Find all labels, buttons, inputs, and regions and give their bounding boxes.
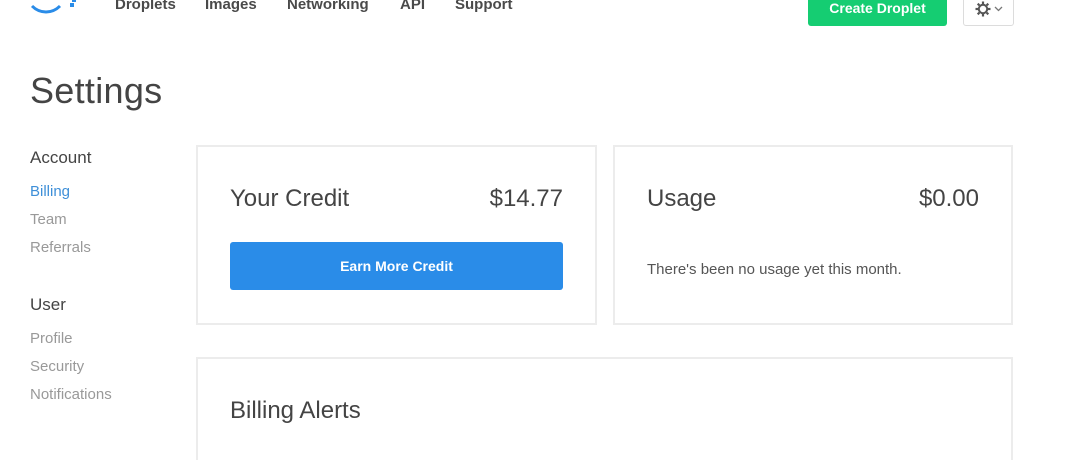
- sidebar-item-referrals[interactable]: Referrals: [30, 239, 91, 256]
- sidebar-heading-account: Account: [30, 148, 92, 167]
- credit-title: Your Credit: [230, 185, 350, 212]
- sidebar-item-profile[interactable]: Profile: [30, 330, 73, 347]
- chevron-down-icon: [994, 6, 1002, 12]
- usage-note: There's been no usage yet this month.: [647, 261, 902, 278]
- sidebar-item-security[interactable]: Security: [30, 358, 84, 375]
- usage-amount: $0.00: [918, 185, 979, 212]
- settings-page: Droplets Images Networking API Support C…: [0, 0, 1066, 460]
- gear-icon: [975, 1, 990, 17]
- sidebar-item-notifications[interactable]: Notifications: [30, 386, 112, 403]
- top-navbar: Droplets Images Networking API Support C…: [0, 0, 1066, 28]
- nav-support[interactable]: Support: [455, 0, 513, 13]
- page-title: Settings: [30, 70, 163, 111]
- billing-alerts-title: Billing Alerts: [230, 397, 361, 424]
- billing-alerts-card: Billing Alerts: [196, 357, 1013, 460]
- credit-card: Your Credit $14.77 Earn More Credit: [196, 145, 597, 325]
- nav-droplets[interactable]: Droplets: [115, 0, 176, 13]
- earn-more-credit-button[interactable]: Earn More Credit: [230, 242, 563, 290]
- sidebar-item-billing[interactable]: Billing: [30, 183, 70, 200]
- nav-images[interactable]: Images: [205, 0, 257, 13]
- settings-dropdown-button[interactable]: [963, 0, 1014, 26]
- usage-card: Usage $0.00 There's been no usage yet th…: [613, 145, 1013, 325]
- usage-title: Usage: [647, 185, 717, 212]
- create-droplet-button[interactable]: Create Droplet: [808, 0, 947, 26]
- digitalocean-logo-icon[interactable]: [30, 0, 86, 16]
- sidebar-heading-user: User: [30, 295, 66, 314]
- credit-amount: $14.77: [489, 185, 563, 212]
- sidebar-item-team[interactable]: Team: [30, 211, 67, 228]
- nav-api[interactable]: API: [400, 0, 425, 13]
- nav-networking[interactable]: Networking: [287, 0, 369, 13]
